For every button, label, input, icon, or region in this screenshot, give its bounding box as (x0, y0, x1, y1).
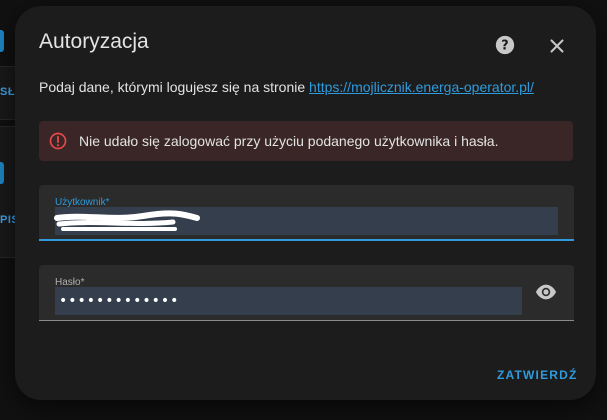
close-icon[interactable] (546, 35, 568, 57)
password-field[interactable]: Hasło* (39, 265, 574, 321)
background-accent-bar (0, 162, 4, 184)
error-alert: Nie udało się zalogować przy użyciu poda… (39, 121, 573, 161)
error-message: Nie udało się zalogować przy użyciu poda… (79, 133, 499, 149)
intro-text-body: Podaj dane, którymi logujesz się na stro… (39, 79, 310, 95)
submit-button[interactable]: ZATWIERDŹ (491, 364, 584, 386)
authorization-dialog: Autoryzacja ? Podaj dane, którymi loguje… (15, 6, 596, 400)
background-nav-text: SŁ (0, 86, 16, 98)
intro-text: Podaj dane, którymi logujesz się na stro… (39, 79, 534, 95)
password-input[interactable] (55, 287, 522, 315)
username-field[interactable]: Użytkownik* (39, 185, 574, 241)
eye-icon[interactable] (535, 281, 557, 303)
energa-link[interactable]: https://mojlicznik.energa-operator.pl/ (309, 79, 534, 95)
redaction-scribble (54, 210, 200, 231)
background-accent-bar (0, 30, 4, 52)
alert-circle-icon (49, 132, 67, 150)
help-icon[interactable]: ? (494, 34, 516, 56)
svg-text:?: ? (501, 39, 508, 54)
dialog-title: Autoryzacja (39, 30, 149, 53)
